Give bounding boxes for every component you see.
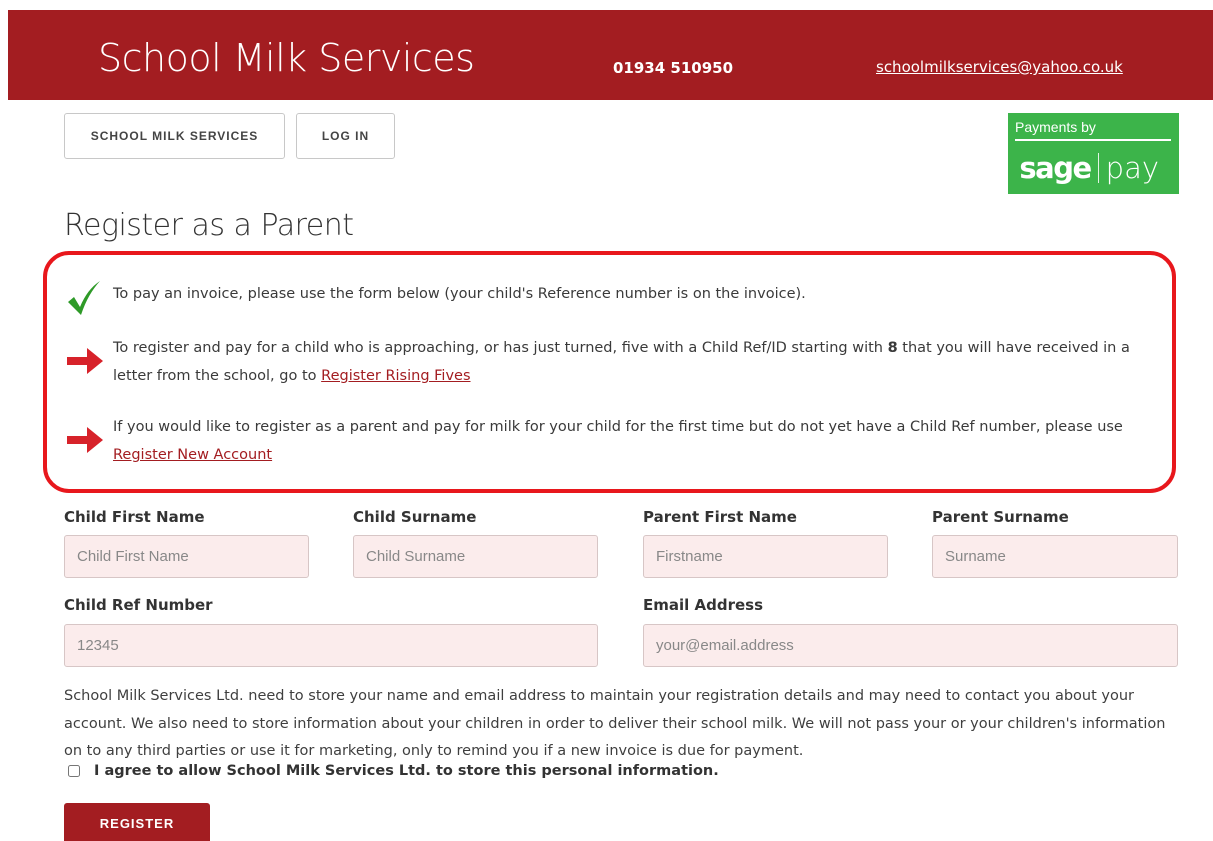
page-title: Register as a Parent	[64, 208, 354, 243]
site-header: School Milk Services 01934 510950 school…	[8, 10, 1213, 100]
sagepay-logo-pay: pay	[1105, 151, 1159, 185]
checkmark-icon	[67, 280, 113, 316]
parent-surname-input[interactable]	[932, 535, 1178, 578]
child-surname-input[interactable]	[353, 535, 598, 578]
notice-box: To pay an invoice, please use the form b…	[43, 251, 1176, 493]
child-surname-label: Child Surname	[353, 508, 477, 526]
agree-checkbox[interactable]	[68, 765, 80, 777]
notice-new-account-text-a: If you would like to register as a paren…	[113, 419, 1123, 435]
site-title: School Milk Services	[98, 36, 475, 80]
arrow-right-icon	[67, 334, 113, 375]
notice-invoice: To pay an invoice, please use the form b…	[67, 280, 1144, 316]
child-ref-prefix: 8	[887, 340, 898, 356]
register-button[interactable]: REGISTER	[64, 803, 210, 841]
nav-login-button[interactable]: LOG IN	[296, 113, 395, 159]
parent-first-name-label: Parent First Name	[643, 508, 797, 526]
email-input[interactable]	[643, 624, 1178, 667]
child-first-name-input[interactable]	[64, 535, 309, 578]
parent-surname-label: Parent Surname	[932, 508, 1069, 526]
agree-label: I agree to allow School Milk Services Lt…	[94, 763, 719, 779]
email-label: Email Address	[643, 596, 764, 614]
register-new-account-link[interactable]: Register New Account	[113, 447, 272, 463]
child-ref-input[interactable]	[64, 624, 598, 667]
sagepay-caption: Payments by	[1015, 119, 1096, 135]
sagepay-logo: sage pay	[1019, 151, 1159, 185]
sagepay-logo-separator	[1097, 153, 1099, 183]
nav-home-button[interactable]: SCHOOL MILK SERVICES	[64, 113, 285, 159]
notice-rising-fives: To register and pay for a child who is a…	[67, 334, 1144, 390]
notice-invoice-text: To pay an invoice, please use the form b…	[113, 286, 806, 302]
sagepay-logo-sage: sage	[1019, 151, 1092, 185]
notice-rising-fives-text: To register and pay for a child who is a…	[113, 334, 1144, 390]
header-phone: 01934 510950	[613, 59, 734, 77]
agree-row[interactable]: I agree to allow School Milk Services Lt…	[68, 763, 719, 779]
sagepay-divider	[1015, 139, 1171, 141]
notice-new-account: If you would like to register as a paren…	[67, 413, 1144, 469]
arrow-right-icon	[67, 413, 113, 454]
privacy-notice: School Milk Services Ltd. need to store …	[64, 688, 1166, 759]
header-email-link[interactable]: schoolmilkservices@yahoo.co.uk	[876, 58, 1123, 76]
register-rising-fives-link[interactable]: Register Rising Fives	[321, 368, 470, 384]
notice-rising-fives-text-a: To register and pay for a child who is a…	[113, 340, 888, 356]
notice-new-account-text: If you would like to register as a paren…	[113, 413, 1144, 469]
sagepay-badge: Payments by sage pay	[1008, 113, 1179, 194]
child-ref-label: Child Ref Number	[64, 596, 213, 614]
child-first-name-label: Child First Name	[64, 508, 205, 526]
parent-first-name-input[interactable]	[643, 535, 888, 578]
